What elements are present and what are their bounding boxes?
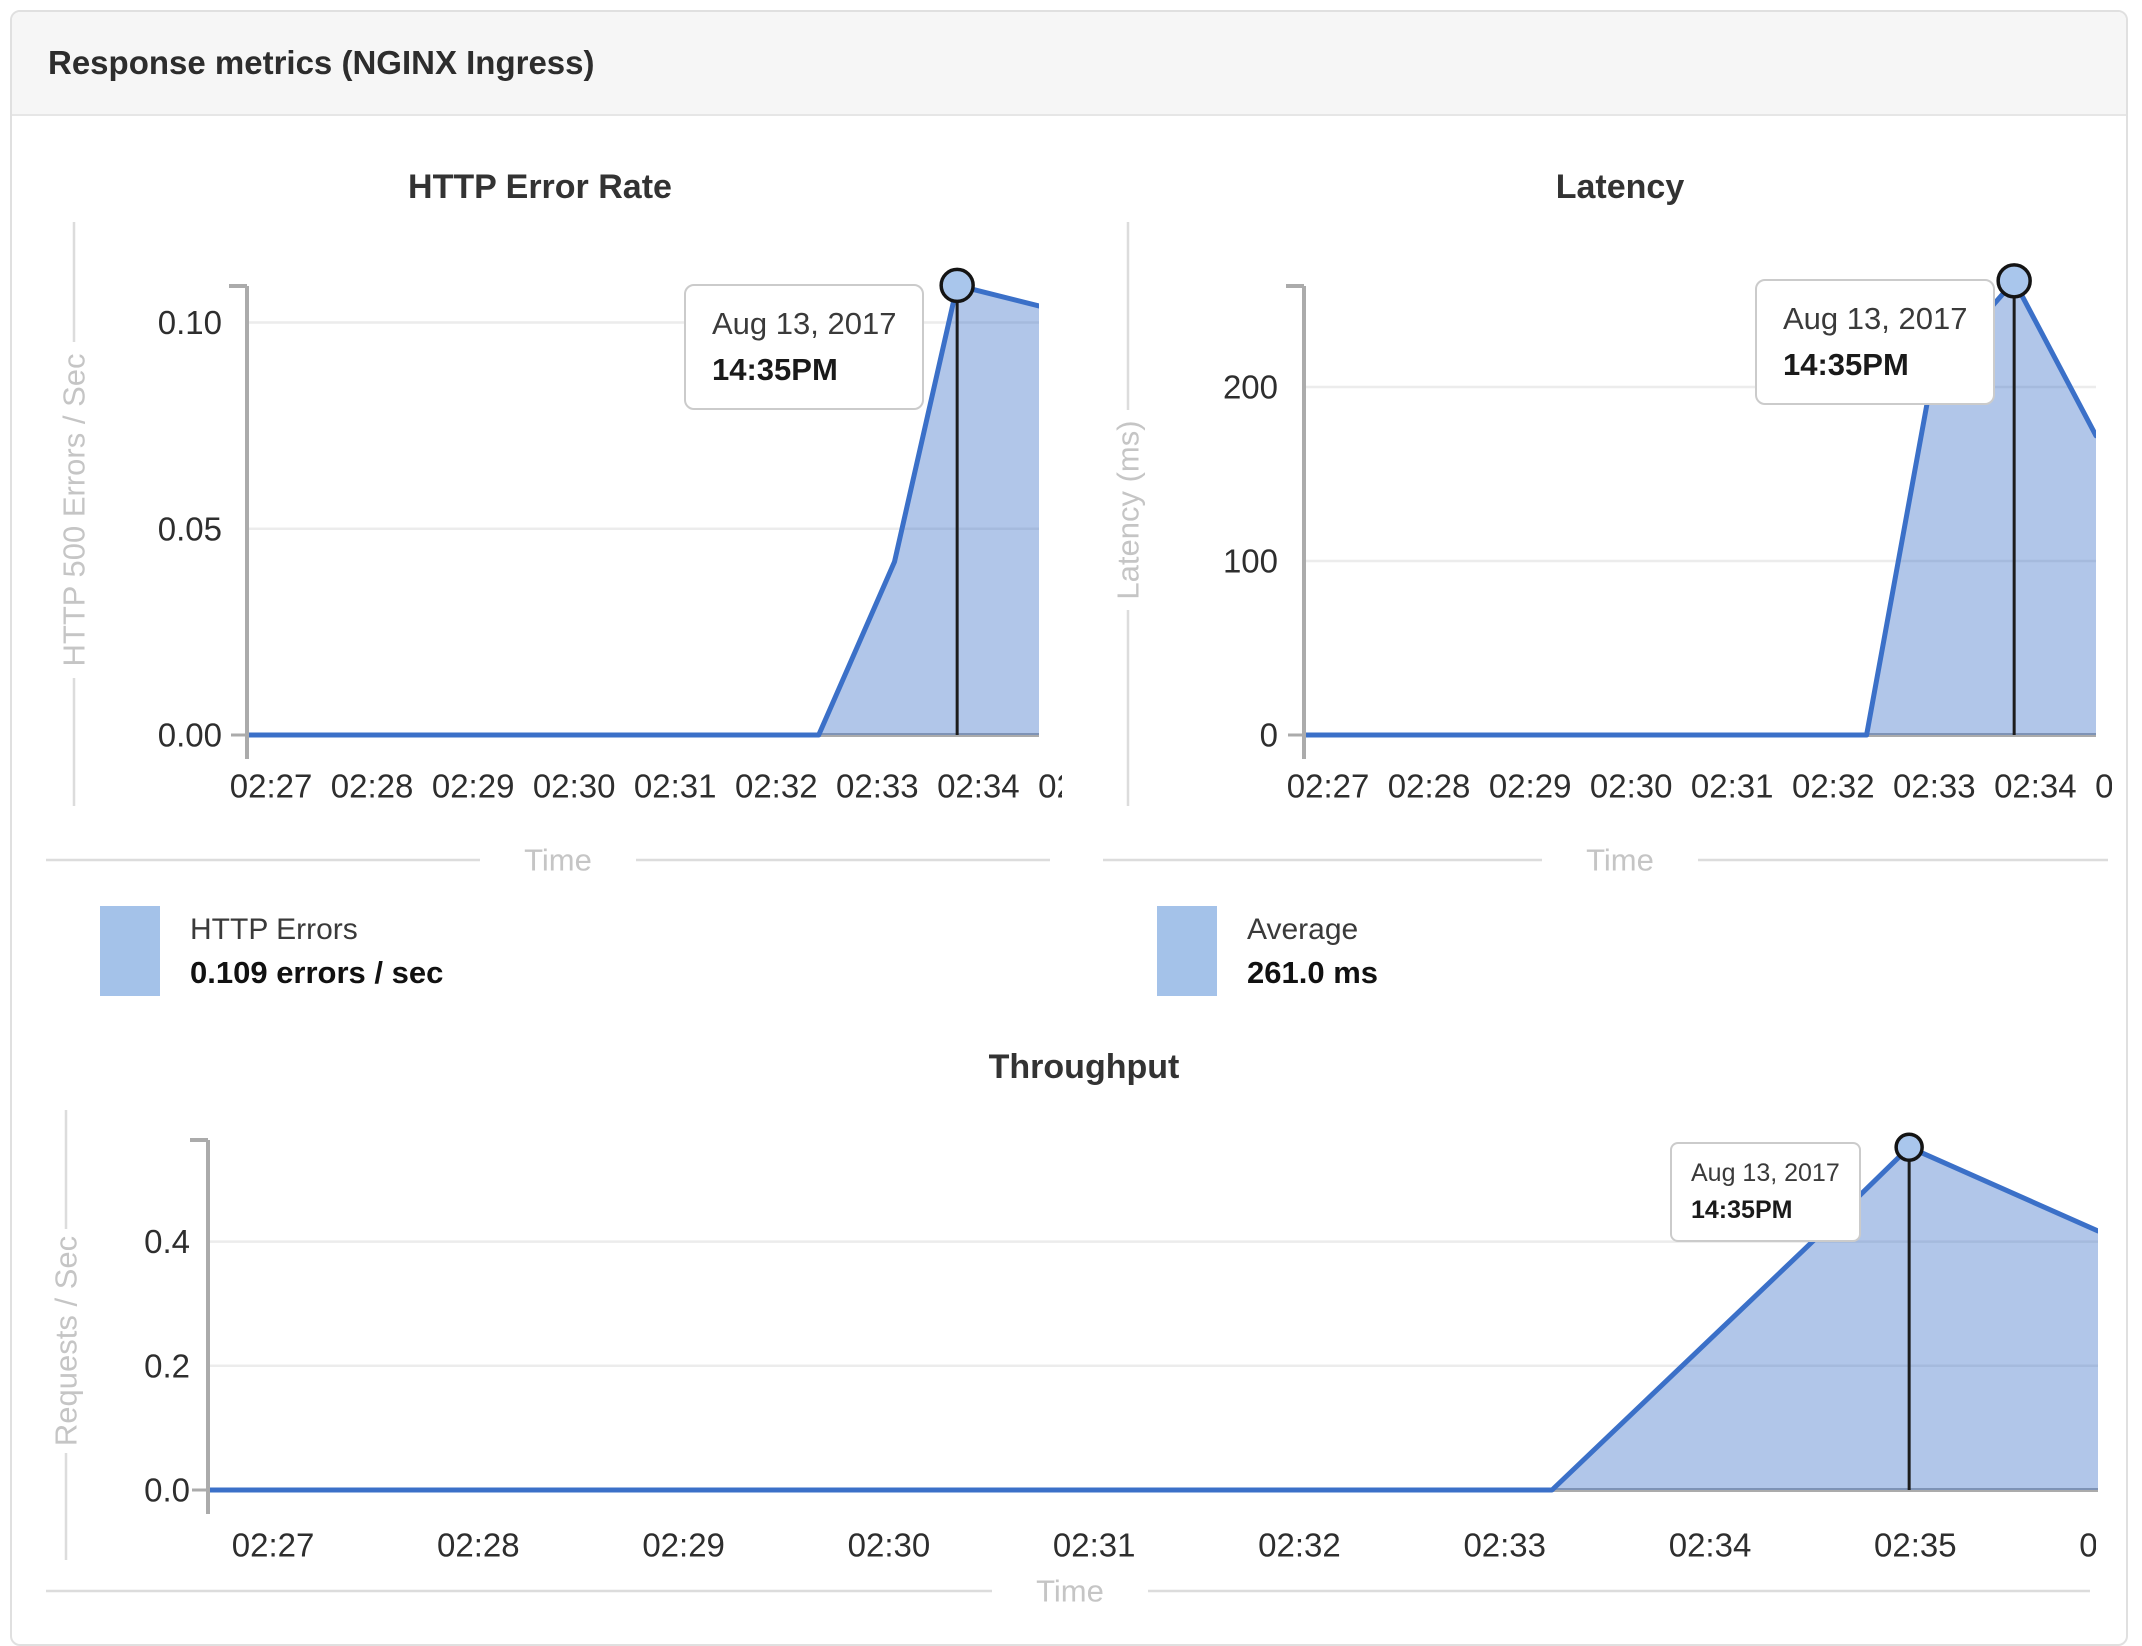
x-tick-label: 02:27 [1287,768,1370,805]
tooltip-date: Aug 13, 2017 [1783,301,1968,336]
y-tick-label: 0.2 [144,1347,190,1384]
legend-average: Average 261.0 ms [1157,906,1378,996]
x-tick-label: 02:33 [1463,1527,1546,1564]
y-tick-label: 200 [1223,369,1278,406]
x-tick-label: 02:32 [1258,1527,1341,1564]
x-tick-label: 02:28 [1388,768,1471,805]
y-axis-title: Latency (ms) [1111,420,1146,599]
x-tick-label: 02:29 [642,1527,725,1564]
x-tick-label: 02:35 [2095,768,2142,805]
x-tick-label: 02:32 [1792,768,1875,805]
legend-label: HTTP Errors [190,913,358,946]
chart-throughput: Throughput 0.0 0.2 0.4 02:27 02:28 02:29 02:30 0… [46,1048,2142,1609]
legend-value: 0.109 errors / sec [190,955,444,990]
tooltip-http-error-rate: Aug 13, 2017 14:35PM [684,284,925,410]
tooltip-throughput: Aug 13, 2017 14:35PM [1670,1142,1861,1242]
x-tick-label: 02:32 [735,768,818,805]
x-axis-title: Time [1586,843,1654,878]
y-tick-label: 0.0 [144,1472,190,1509]
x-tick-label: 02:33 [1893,768,1976,805]
tooltip-time: 14:35PM [1691,1196,1793,1224]
y-tick-label: 0.00 [158,717,222,754]
y-axis-title: Requests / Sec [49,1236,84,1446]
y-tick-label: 0.10 [158,304,222,341]
tooltip-time: 14:35PM [712,352,838,387]
page: Response metrics (NGINX Ingress) HTTP Er… [0,0,2142,1646]
chart-http-error-rate: HTTP Error Rate 0.00 0.05 0.10 02:27 02:28 02:… [46,168,1121,878]
tooltip-time: 14:35PM [1783,347,1909,382]
chart-title: Latency [1556,168,1685,206]
tooltip-date: Aug 13, 2017 [712,306,897,341]
x-tick-label: 02:29 [1489,768,1572,805]
x-tick-label: 02:28 [437,1527,520,1564]
x-tick-label: 02:27 [230,768,313,805]
legend-swatch [1157,906,1217,996]
x-tick-label: 02:36 [2079,1527,2142,1564]
x-tick-label: 02:30 [848,1527,931,1564]
tooltip-date: Aug 13, 2017 [1691,1159,1840,1187]
y-tick-label: 0 [1260,717,1278,754]
x-tick-label: 02:34 [1994,768,2077,805]
x-tick-label: 02:34 [1669,1527,1752,1564]
chart-latency: Latency 0 100 200 02:27 02:28 02:29 02:30 02:31 0… [1103,168,2142,878]
x-tick-label: 02:34 [937,768,1020,805]
x-tick-label: 02:30 [533,768,616,805]
x-tick-label: 02:27 [232,1527,315,1564]
x-tick-label: 02:31 [634,768,717,805]
y-tick-label: 0.05 [158,510,222,547]
hover-marker[interactable] [1894,1132,1924,1162]
charts-canvas: HTTP Error Rate0.000.050.1002:27 02:28 02:… [46,168,2142,1609]
x-tick-label: 02:31 [1691,768,1774,805]
y-axis-title: HTTP 500 Errors / Sec [57,354,92,667]
x-tick-label: 02:35 [1038,768,1121,805]
legend-swatch [100,906,160,996]
hover-marker[interactable] [1996,263,2032,299]
x-tick-label: 02:33 [836,768,919,805]
chart-title: HTTP Error Rate [408,168,672,206]
x-axis-title: Time [524,843,592,878]
legend-label: Average [1247,913,1359,946]
y-tick-label: 100 [1223,543,1278,580]
chart-title: Throughput [989,1048,1180,1086]
x-axis-title: Time [1036,1574,1104,1609]
legend-value: 261.0 ms [1247,955,1378,990]
hover-marker[interactable] [939,267,975,304]
tooltip-latency: Aug 13, 2017 14:35PM [1755,279,1996,405]
x-tick-label: 02:35 [1874,1527,1957,1564]
legend-http-errors: HTTP Errors 0.109 errors / sec [100,906,443,996]
y-tick-label: 0.4 [144,1223,190,1260]
x-tick-label: 02:30 [1590,768,1673,805]
x-tick-label: 02:29 [432,768,515,805]
x-tick-label: 02:28 [331,768,414,805]
x-tick-label: 02:31 [1053,1527,1136,1564]
